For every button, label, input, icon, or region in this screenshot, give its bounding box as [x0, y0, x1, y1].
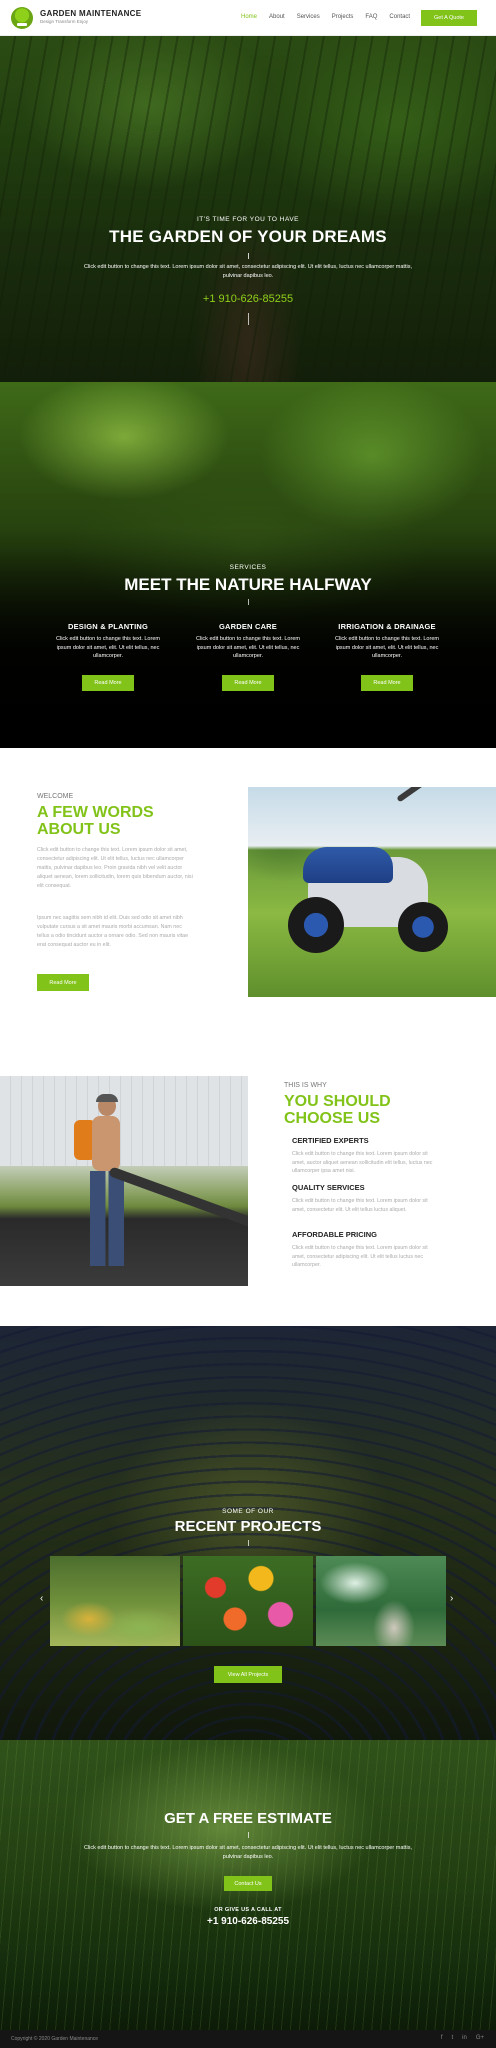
twitter-icon[interactable]: t — [451, 2035, 453, 2041]
nav-faq[interactable]: FAQ — [365, 14, 377, 20]
leaf-logo-icon — [11, 6, 33, 29]
about-paragraph: Ipsum nec sagittis sem nibh id elit. Dui… — [37, 915, 189, 948]
feature-item: QUALITY SERVICES Click edit button to ch… — [292, 1183, 442, 1214]
hero-pretitle: IT'S TIME FOR YOU TO HAVE — [197, 216, 299, 223]
estimate-text: Click edit button to change this text. L… — [83, 1845, 412, 1860]
services-pretitle: SERVICES — [229, 564, 267, 571]
service-card-design: DESIGN & PLANTING Click edit button to c… — [50, 622, 166, 691]
site-footer: Copyright © 2020 Garden Maintenance f t … — [0, 2030, 496, 2048]
projects-pretitle: SOME OF OUR — [222, 1508, 274, 1515]
estimate-title: GET A FREE ESTIMATE — [164, 1810, 332, 1827]
brand-title: GARDEN MAINTENANCE — [40, 9, 142, 19]
service-title: DESIGN & PLANTING — [67, 622, 149, 631]
facebook-icon[interactable]: f — [441, 2035, 443, 2041]
read-more-button[interactable]: Read More — [361, 674, 413, 691]
feature-item: AFFORDABLE PRICING Click edit button to … — [292, 1230, 442, 1270]
get-a-quote-button[interactable]: Get A Quote — [421, 10, 477, 26]
logo[interactable]: GARDEN MAINTENANCE Design Transform Enjo… — [11, 6, 141, 29]
read-more-button[interactable]: Read More — [222, 674, 274, 691]
gardener-leaf-blower-image — [0, 1076, 248, 1286]
social-links: f t in G+ — [432, 2035, 484, 2041]
services-divider — [247, 599, 249, 605]
nav-services[interactable]: Services — [297, 14, 320, 20]
main-nav: Home About Services Projects FAQ Contact — [241, 14, 422, 20]
service-title: IRRIGATION & DRAINAGE — [338, 622, 436, 631]
contact-us-button[interactable]: Contact Us — [224, 1876, 272, 1891]
hero-text: Click edit button to change this text. L… — [83, 264, 412, 279]
hero-title: THE GARDEN OF YOUR DREAMS — [109, 227, 387, 246]
service-card-irrigation: IRRIGATION & DRAINAGE Click edit button … — [329, 622, 445, 691]
hero-content: IT'S TIME FOR YOU TO HAVE THE GARDEN OF … — [0, 216, 496, 325]
brand-tagline: Design Transform Enjoy — [40, 19, 89, 25]
read-more-button[interactable]: Read More — [82, 674, 134, 691]
services-section: SERVICES MEET THE NATURE HALFWAY DESIGN … — [0, 382, 496, 748]
hero-section: IT'S TIME FOR YOU TO HAVE THE GARDEN OF … — [0, 36, 496, 382]
service-title: GARDEN CARE — [218, 622, 278, 631]
site-header: GARDEN MAINTENANCE Design Transform Enjo… — [0, 0, 496, 36]
feature-text: Click edit button to change this text. L… — [292, 1151, 433, 1174]
service-text: Click edit button to change this text. L… — [56, 636, 160, 659]
project-thumbnail[interactable] — [50, 1556, 180, 1646]
projects-divider — [247, 1540, 249, 1546]
nav-projects[interactable]: Projects — [332, 14, 354, 20]
projects-title: RECENT PROJECTS — [174, 1518, 322, 1535]
feature-text: Click edit button to change this text. L… — [292, 1198, 428, 1213]
nav-about[interactable]: About — [269, 14, 285, 20]
carousel-prev-icon[interactable]: ‹ — [40, 1593, 43, 1604]
google-plus-icon[interactable]: G+ — [476, 2035, 484, 2041]
services-heading: SERVICES MEET THE NATURE HALFWAY — [0, 564, 496, 609]
carousel-next-icon[interactable]: › — [450, 1593, 453, 1604]
feature-title: AFFORDABLE PRICING — [292, 1230, 377, 1239]
view-all-projects-button[interactable]: View All Projects — [214, 1666, 282, 1683]
linkedin-icon[interactable]: in — [462, 2035, 467, 2041]
copyright-text: Copyright © 2020 Garden Maintenance — [11, 2036, 99, 2042]
scroll-line — [247, 313, 249, 325]
service-card-care: GARDEN CARE Click edit button to change … — [190, 622, 306, 691]
hero-divider — [247, 253, 249, 259]
about-title: A FEW WORDS ABOUT US — [37, 804, 154, 838]
project-thumbnail[interactable] — [183, 1556, 313, 1646]
logo-text: GARDEN MAINTENANCE Design Transform Enjo… — [40, 10, 141, 25]
nav-contact[interactable]: Contact — [389, 14, 410, 20]
feature-title: CERTIFIED EXPERTS — [292, 1136, 369, 1145]
service-text: Click edit button to change this text. L… — [196, 636, 300, 659]
projects-section: SOME OF OUR RECENT PROJECTS ‹ › View All… — [0, 1326, 496, 1740]
about-paragraph: Click edit button to change this text. L… — [37, 847, 193, 889]
estimate-divider — [247, 1832, 249, 1838]
why-title: YOU SHOULD CHOOSE US — [284, 1093, 391, 1127]
services-title: MEET THE NATURE HALFWAY — [124, 575, 372, 594]
about-read-more-button[interactable]: Read More — [37, 974, 89, 991]
lawn-mower-image — [248, 787, 496, 997]
feature-item: CERTIFIED EXPERTS Click edit button to c… — [292, 1136, 442, 1176]
estimate-section: GET A FREE ESTIMATE Click edit button to… — [0, 1740, 496, 2030]
feature-text: Click edit button to change this text. L… — [292, 1245, 428, 1268]
about-pretitle: WELCOME — [37, 793, 74, 800]
nav-home[interactable]: Home — [241, 14, 257, 20]
estimate-phone[interactable]: +1 910-626-85255 — [0, 1916, 496, 1927]
estimate-content: GET A FREE ESTIMATE Click edit button to… — [0, 1810, 496, 1927]
project-thumbnail[interactable] — [316, 1556, 446, 1646]
service-text: Click edit button to change this text. L… — [335, 636, 439, 659]
call-label: OR GIVE US A CALL AT — [214, 1907, 282, 1913]
feature-title: QUALITY SERVICES — [292, 1183, 365, 1192]
projects-heading: SOME OF OUR RECENT PROJECTS — [0, 1508, 496, 1551]
why-pretitle: THIS IS WHY — [284, 1082, 327, 1089]
hero-phone[interactable]: +1 910-626-85255 — [0, 293, 496, 305]
